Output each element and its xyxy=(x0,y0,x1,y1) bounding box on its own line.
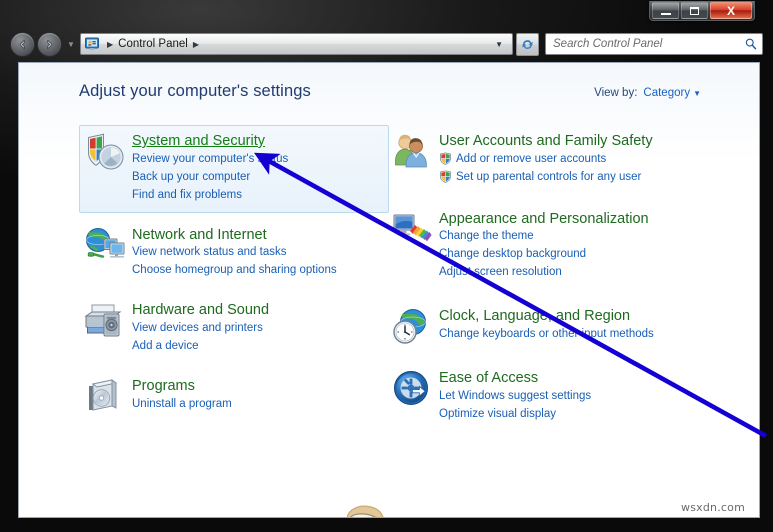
breadcrumb-separator-leading: ▶ xyxy=(107,39,114,49)
category-column-left: System and Security Review your computer… xyxy=(79,125,389,426)
category-link[interactable]: Change the theme xyxy=(439,228,691,245)
minimize-icon xyxy=(660,12,671,15)
clock-globe-icon xyxy=(391,306,433,348)
category-clock-language-and-region[interactable]: Clock, Language, and Region Change keybo… xyxy=(386,300,696,356)
category-link[interactable]: Choose homegroup and sharing options xyxy=(132,262,384,279)
category-title[interactable]: System and Security xyxy=(132,133,384,150)
forward-arrow-icon xyxy=(47,39,53,49)
view-by-value[interactable]: Category xyxy=(643,87,690,99)
breadcrumb-separator-trailing[interactable]: ▶ xyxy=(188,40,204,49)
close-button[interactable]: X xyxy=(710,2,752,19)
network-globe-icon xyxy=(84,225,126,267)
category-title[interactable]: Ease of Access xyxy=(439,370,691,387)
category-network-and-internet[interactable]: Network and Internet View network status… xyxy=(79,219,389,289)
category-programs[interactable]: Programs Uninstall a program xyxy=(79,370,389,426)
control-panel-icon xyxy=(84,36,100,52)
category-user-accounts-and-family-safety[interactable]: User Accounts and Family Safety Add or r… xyxy=(386,125,696,195)
programs-box-icon xyxy=(84,376,126,418)
page-title: Adjust your computer's settings xyxy=(79,82,311,100)
uac-shield-icon xyxy=(439,152,452,165)
window-title-bar: X xyxy=(0,0,773,26)
chevron-down-icon: ▼ xyxy=(67,39,75,49)
user-accounts-icon xyxy=(391,131,433,173)
category-link[interactable]: Back up your computer xyxy=(132,169,384,186)
window-controls: X xyxy=(649,1,755,21)
category-column-right: User Accounts and Family Safety Add or r… xyxy=(386,125,696,432)
category-link-label: Set up parental controls for any user xyxy=(456,170,642,183)
search-icon xyxy=(745,38,757,50)
category-appearance-and-personalization[interactable]: Appearance and Personalization Change th… xyxy=(386,203,696,291)
watermark-mascot xyxy=(311,500,511,517)
address-bar[interactable]: ▶ Control Panel ▶ ▼ xyxy=(80,33,513,55)
category-link[interactable]: Uninstall a program xyxy=(132,396,384,413)
category-link[interactable]: Let Windows suggest settings xyxy=(439,388,691,405)
category-title[interactable]: Hardware and Sound xyxy=(132,302,384,319)
category-link[interactable]: Add a device xyxy=(132,338,384,355)
ease-of-access-icon xyxy=(391,368,433,410)
category-ease-of-access[interactable]: Ease of Access Let Windows suggest setti… xyxy=(386,362,696,432)
minimize-button[interactable] xyxy=(652,2,679,19)
category-link[interactable]: Find and fix problems xyxy=(132,187,384,204)
refresh-icon xyxy=(522,39,533,49)
category-title[interactable]: Programs xyxy=(132,378,384,395)
category-link[interactable]: Set up parental controls for any user xyxy=(439,169,691,186)
category-link[interactable]: Change keyboards or other input methods xyxy=(439,326,691,343)
refresh-button[interactable] xyxy=(516,32,539,56)
category-link[interactable]: Optimize visual display xyxy=(439,406,691,423)
category-link[interactable]: View network status and tasks xyxy=(132,244,384,261)
control-panel-window: X ▼ ▶ Control Panel ▶ ▼ Search Control P… xyxy=(0,0,773,532)
control-panel-content: Adjust your computer's settings View by:… xyxy=(18,62,760,518)
chevron-down-icon[interactable]: ▼ xyxy=(693,89,701,98)
printer-hardware-icon xyxy=(84,300,126,342)
uac-shield-icon xyxy=(439,170,452,183)
category-link[interactable]: Review your computer's status xyxy=(132,151,384,168)
appearance-palette-icon xyxy=(391,209,433,251)
category-link[interactable]: Add or remove user accounts xyxy=(439,151,691,168)
site-tag: wsxdn.com xyxy=(681,501,745,514)
navigation-bar: ▼ ▶ Control Panel ▶ ▼ Search Control Pan… xyxy=(0,26,773,62)
address-dropdown-icon[interactable]: ▼ xyxy=(491,40,510,49)
category-title[interactable]: Network and Internet xyxy=(132,227,384,244)
forward-button[interactable] xyxy=(37,31,62,57)
category-link[interactable]: Adjust screen resolution xyxy=(439,264,691,281)
category-link-label: Add or remove user accounts xyxy=(456,152,607,165)
category-title[interactable]: Appearance and Personalization xyxy=(439,211,691,228)
maximize-button[interactable] xyxy=(681,2,708,19)
category-link[interactable]: View devices and printers xyxy=(132,320,384,337)
view-by-label: View by: xyxy=(594,87,638,99)
breadcrumb-control-panel[interactable]: Control Panel xyxy=(118,38,188,50)
category-link[interactable]: Change desktop background xyxy=(439,246,691,263)
close-icon: X xyxy=(726,3,735,18)
category-system-and-security[interactable]: System and Security Review your computer… xyxy=(79,125,389,213)
history-dropdown-button[interactable]: ▼ xyxy=(65,40,77,49)
search-input[interactable]: Search Control Panel xyxy=(553,38,744,50)
category-hardware-and-sound[interactable]: Hardware and Sound View devices and prin… xyxy=(79,294,389,364)
maximize-icon xyxy=(690,6,699,15)
view-by-control: View by: Category ▼ xyxy=(594,87,701,99)
search-box[interactable]: Search Control Panel xyxy=(545,33,763,55)
back-arrow-icon xyxy=(19,39,25,49)
category-title[interactable]: Clock, Language, and Region xyxy=(439,308,691,325)
shield-security-icon xyxy=(84,131,126,173)
back-button[interactable] xyxy=(10,31,35,57)
category-title[interactable]: User Accounts and Family Safety xyxy=(439,133,691,150)
